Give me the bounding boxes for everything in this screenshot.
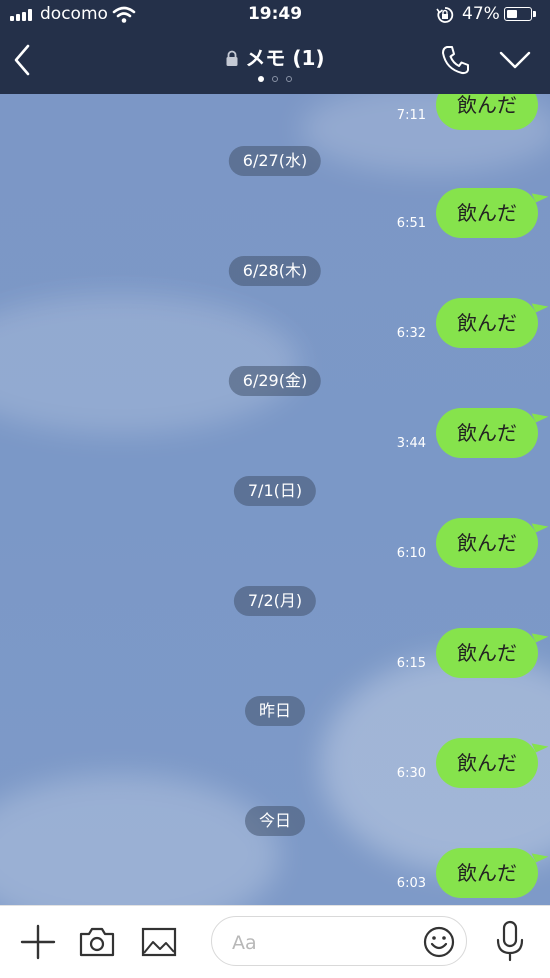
message-bubble[interactable]: 飲んだ — [436, 407, 549, 458]
message-bubble[interactable]: 飲んだ — [436, 297, 549, 348]
date-separator: 今日 — [244, 806, 306, 836]
message-time: 7:11 — [396, 108, 426, 123]
message-text: 飲んだ — [457, 94, 517, 117]
message-row: 7:11 飲んだ — [0, 94, 550, 132]
message-bubble[interactable]: 飲んだ — [436, 737, 549, 788]
message-field[interactable] — [211, 916, 467, 966]
message-text: 飲んだ — [457, 201, 517, 225]
message-time: 3:44 — [396, 436, 426, 451]
message-row: 6:32 飲んだ — [0, 297, 550, 350]
chat-title-text: メモ (1) — [245, 46, 325, 70]
date-separator: 6/29(金) — [228, 366, 322, 396]
message-text: 飲んだ — [457, 531, 517, 555]
image-icon[interactable] — [141, 926, 177, 958]
chat-header: メモ (1) — [0, 30, 550, 94]
message-row: 6:03 飲んだ — [0, 847, 550, 900]
date-separator: 6/27(水) — [228, 146, 322, 176]
message-row: 6:51 飲んだ — [0, 187, 550, 240]
battery-icon — [504, 7, 536, 21]
message-text: 飲んだ — [457, 861, 517, 885]
page-dot-active — [258, 76, 264, 82]
message-bubble[interactable]: 飲んだ — [436, 517, 549, 568]
message-bubble[interactable]: 飲んだ — [436, 627, 549, 678]
message-bubble[interactable]: 飲んだ — [436, 847, 549, 898]
message-time: 6:51 — [396, 216, 426, 231]
page-dot — [272, 76, 278, 82]
rotation-lock-icon — [436, 7, 454, 23]
chevron-down-icon[interactable] — [498, 48, 532, 72]
message-time: 6:32 — [396, 326, 426, 341]
page-dot — [286, 76, 292, 82]
message-input[interactable] — [230, 929, 424, 957]
lock-icon — [226, 50, 238, 66]
message-bubble[interactable]: 飲んだ — [436, 94, 538, 130]
message-bubble[interactable]: 飲んだ — [436, 187, 549, 238]
message-input-bar — [0, 905, 550, 978]
message-row: 6:15 飲んだ — [0, 627, 550, 680]
plus-icon[interactable] — [20, 924, 56, 960]
date-separator: 昨日 — [244, 696, 306, 726]
date-separator: 7/1(日) — [233, 476, 317, 506]
date-separator: 7/2(月) — [233, 586, 317, 616]
message-time: 6:03 — [396, 876, 426, 891]
emoji-icon[interactable] — [422, 925, 456, 959]
message-time: 6:15 — [396, 656, 426, 671]
microphone-icon[interactable] — [494, 920, 526, 962]
message-row: 6:30 飲んだ — [0, 737, 550, 790]
message-time: 6:10 — [396, 546, 426, 561]
chat-area[interactable]: 7:11 飲んだ 6/27(水) 6:51 飲んだ 6/28(木) 6:32 飲… — [0, 94, 550, 905]
camera-icon[interactable] — [78, 926, 116, 958]
line-chat-screen: docomo 19:49 47% メモ (1) 7:11 飲んだ 6/27(水)… — [0, 0, 550, 978]
page-indicator — [0, 76, 550, 82]
top-bar: docomo 19:49 47% メモ (1) — [0, 0, 550, 94]
status-bar: docomo 19:49 47% — [0, 0, 550, 30]
message-row: 6:10 飲んだ — [0, 517, 550, 570]
message-text: 飲んだ — [457, 641, 517, 665]
message-time: 6:30 — [396, 766, 426, 781]
date-separator: 6/28(木) — [228, 256, 322, 286]
message-text: 飲んだ — [457, 311, 517, 335]
message-row: 3:44 飲んだ — [0, 407, 550, 460]
message-text: 飲んだ — [457, 751, 517, 775]
phone-icon[interactable] — [440, 44, 470, 76]
battery-percent: 47% — [462, 4, 500, 24]
message-text: 飲んだ — [457, 421, 517, 445]
